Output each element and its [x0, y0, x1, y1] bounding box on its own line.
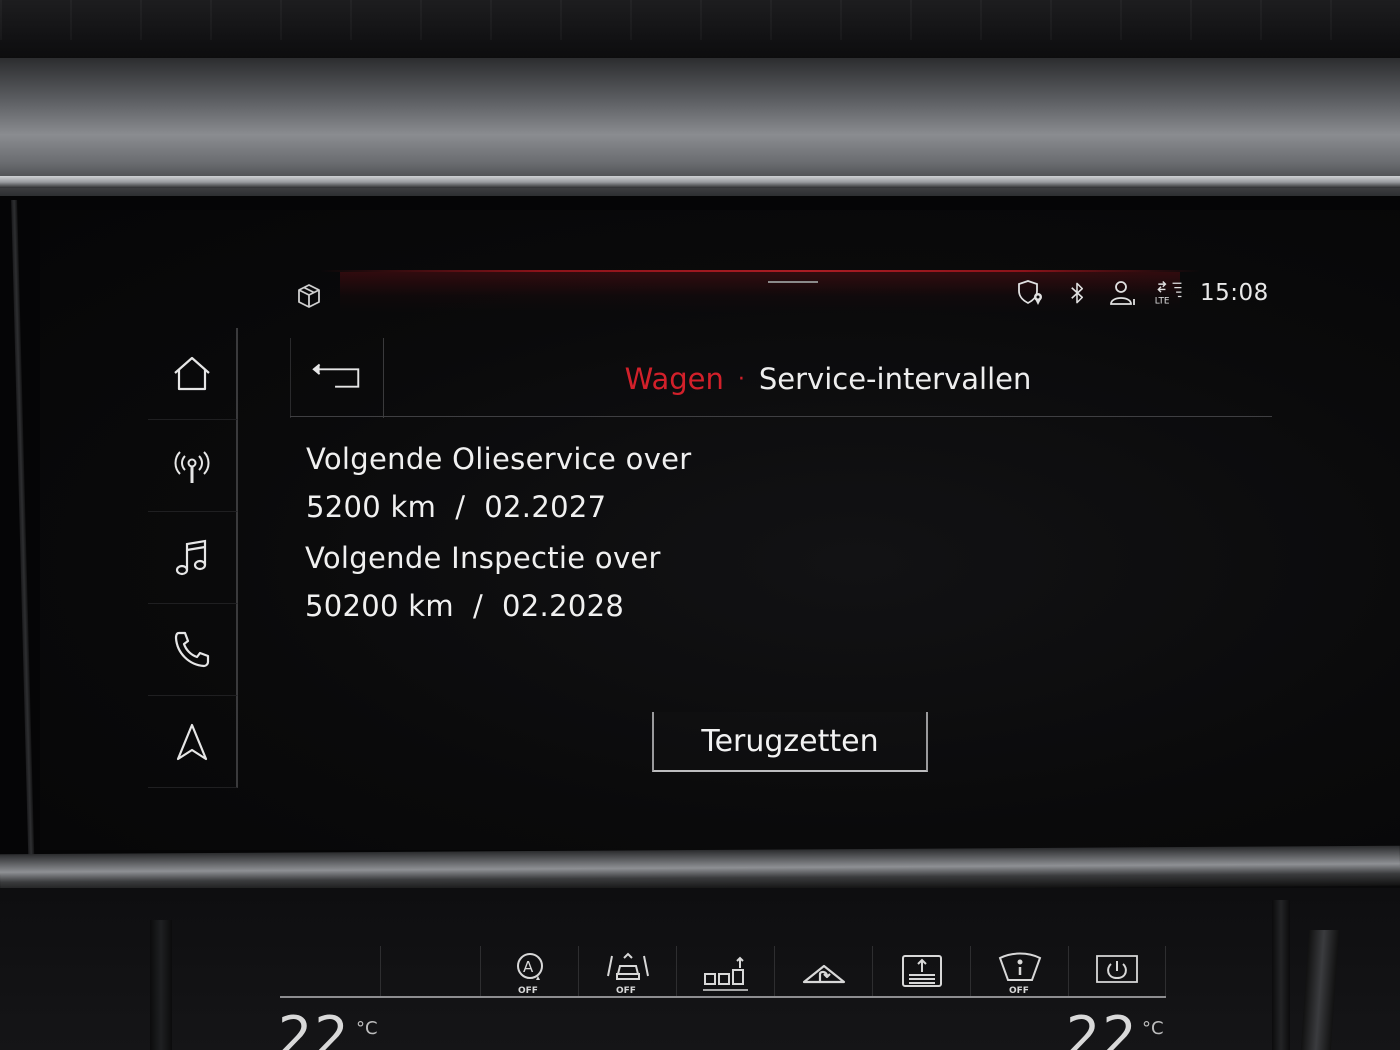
status-bar-accent-line — [320, 270, 1200, 272]
climate-divider — [280, 996, 1166, 998]
svg-text:OFF: OFF — [1009, 986, 1029, 996]
car-recirculation-off-icon: OFF — [606, 952, 649, 996]
power-icon — [1096, 955, 1138, 983]
phone-icon — [174, 631, 210, 667]
svg-text:LTE: LTE — [1155, 297, 1170, 307]
nav-rail — [148, 328, 238, 790]
trim-edge — [0, 176, 1400, 188]
recirculation-button[interactable] — [774, 946, 872, 998]
panel-divider — [1272, 900, 1290, 1050]
oil-service-label: Volgende Olieservice over — [306, 442, 692, 476]
nav-item-phone[interactable] — [148, 604, 238, 696]
lte-icon: LTE — [1153, 277, 1185, 309]
back-button[interactable] — [290, 338, 384, 418]
windshield-info-button[interactable]: OFF — [970, 946, 1068, 998]
music-icon — [175, 539, 207, 575]
power-button[interactable] — [1068, 946, 1166, 998]
auto-climate-off-icon: A OFF — [516, 953, 543, 996]
temp-unit-left: °C — [356, 1018, 378, 1039]
off-label: OFF — [518, 986, 538, 996]
panel-divider — [150, 920, 172, 1050]
back-arrow-icon — [312, 363, 360, 388]
seat-heating-button[interactable] — [676, 946, 774, 998]
auto-climate-button[interactable]: A OFF — [480, 946, 578, 998]
nav-item-radio[interactable] — [148, 420, 238, 512]
breadcrumb: Wagen · Service-intervallen — [384, 362, 1272, 396]
box-icon[interactable] — [295, 282, 323, 310]
climate-slot-empty — [380, 946, 480, 998]
bluetooth-icon[interactable] — [1061, 277, 1093, 309]
temp-unit-right: °C — [1142, 1018, 1164, 1039]
reset-button[interactable]: Terugzetten — [652, 712, 928, 772]
status-icons: LTE — [1015, 276, 1185, 310]
header-divider — [290, 416, 1272, 417]
seat-heating-icon — [702, 956, 748, 991]
radio-icon — [174, 450, 210, 483]
page-title: Service-intervallen — [758, 362, 1032, 396]
home-icon — [174, 356, 210, 390]
nav-item-navigation[interactable] — [148, 696, 238, 788]
location-shield-icon[interactable] — [1015, 277, 1047, 309]
windshield-info-off-icon: OFF — [998, 952, 1041, 996]
car-recirculation-button[interactable]: OFF — [578, 946, 676, 998]
breadcrumb-parent[interactable]: Wagen — [625, 362, 724, 396]
breadcrumb-separator: · — [737, 367, 745, 392]
nav-item-music[interactable] — [148, 512, 238, 604]
inspection-label: Volgende Inspectie over — [305, 541, 661, 575]
dashboard-trim-bottom — [0, 845, 1400, 895]
svg-text:A: A — [523, 958, 534, 976]
navigation-icon — [176, 723, 208, 760]
pull-down-handle[interactable] — [768, 281, 818, 283]
dashboard-vent — [0, 0, 1400, 62]
status-clock: 15:08 — [1200, 280, 1269, 306]
svg-text:OFF: OFF — [616, 986, 636, 996]
user-profile-icon[interactable] — [1107, 277, 1139, 309]
oil-service-value: 5200 km / 02.2027 — [306, 490, 607, 524]
defrost-rear-icon — [901, 955, 942, 987]
recirculation-icon — [802, 964, 845, 984]
defrost-button[interactable] — [872, 946, 970, 998]
temp-right[interactable]: 22 — [1066, 1010, 1139, 1050]
temp-left[interactable]: 22 — [278, 1010, 351, 1050]
inspection-value: 50200 km / 02.2028 — [305, 589, 625, 623]
nav-item-home[interactable] — [148, 328, 238, 420]
